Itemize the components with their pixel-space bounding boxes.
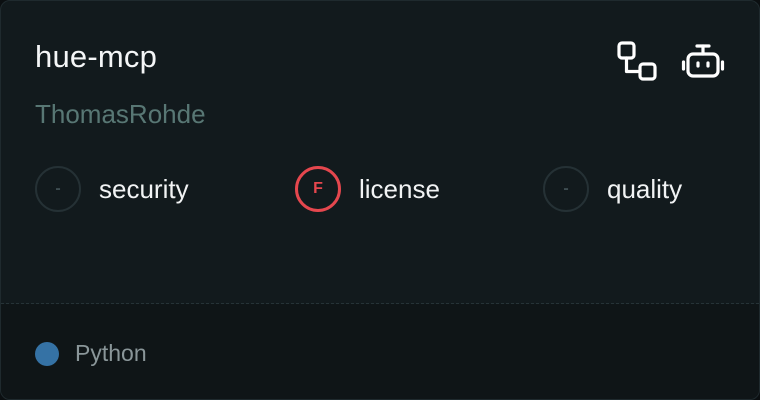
- score-label: quality: [607, 173, 683, 204]
- score-row: - security F license - quality: [35, 165, 715, 213]
- card-actions: [615, 39, 725, 83]
- server-card[interactable]: hue-mcp ThomasRohde - security F license…: [0, 0, 760, 400]
- grade-badge: F: [295, 166, 341, 212]
- language-color-dot: [35, 341, 59, 366]
- score-license[interactable]: F license: [295, 165, 440, 213]
- flow-icon[interactable]: [615, 39, 659, 83]
- grade-badge: -: [543, 166, 589, 212]
- score-quality[interactable]: - quality: [543, 165, 682, 213]
- card-title[interactable]: hue-mcp: [35, 39, 157, 75]
- language-name: Python: [75, 340, 147, 366]
- language-tag: Python: [35, 340, 147, 367]
- robot-icon[interactable]: [681, 39, 725, 83]
- score-security[interactable]: - security: [35, 165, 189, 213]
- score-label: security: [99, 173, 189, 204]
- grade-badge: -: [35, 166, 81, 212]
- card-footer: Python: [1, 304, 759, 399]
- card-author[interactable]: ThomasRohde: [35, 99, 206, 130]
- score-label: license: [359, 173, 440, 204]
